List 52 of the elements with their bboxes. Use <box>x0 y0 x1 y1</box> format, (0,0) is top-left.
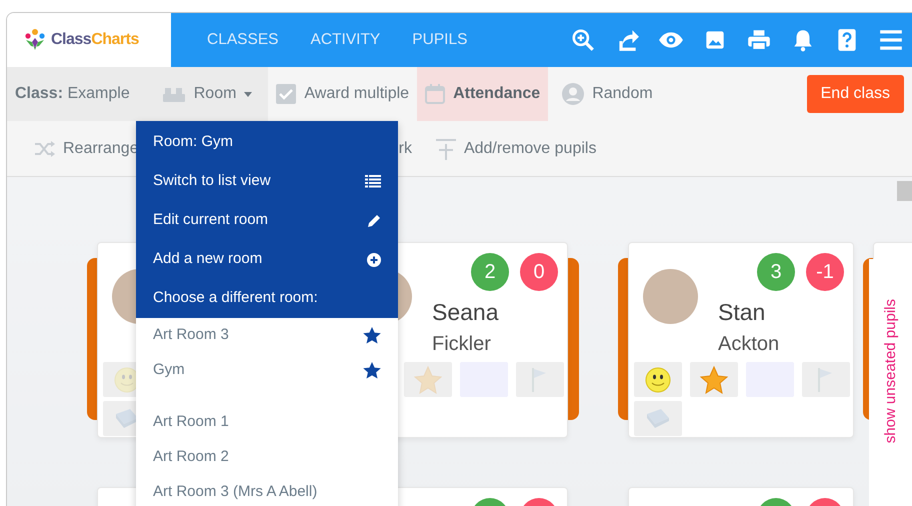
nav-link[interactable]: PUPILS <box>408 28 472 52</box>
covered-button[interactable]: rk <box>398 136 412 160</box>
room-option[interactable]: Art Room 1 <box>136 405 398 440</box>
room-option[interactable]: Art Room 3 (Mrs A Abell) <box>136 475 398 506</box>
room-option[interactable]: Art Room 2 <box>136 440 398 475</box>
checkbox[interactable] <box>276 84 296 104</box>
behaviour-tile[interactable] <box>634 401 682 436</box>
room-icon <box>162 85 186 103</box>
smiley-icon <box>643 364 673 394</box>
add-remove-icon <box>436 138 456 160</box>
positive-points-badge: 3 <box>757 253 795 291</box>
negative-points-badge: -1 <box>806 253 844 291</box>
menu-item[interactable]: Switch to list view <box>136 162 398 201</box>
menu-item[interactable]: Edit current room <box>136 201 398 240</box>
person-icon <box>562 83 584 105</box>
last-name: Ackton <box>718 332 780 357</box>
menu-title: Room: Gym <box>153 132 234 152</box>
rearrange-button[interactable]: Rearrange <box>35 136 139 160</box>
list-icon <box>365 175 381 188</box>
room-option[interactable]: Gym <box>136 353 398 388</box>
nav-link[interactable]: CLASSES <box>203 28 283 52</box>
shuffle-icon <box>35 140 55 156</box>
behaviour-tile[interactable] <box>634 362 682 397</box>
checkbox-button[interactable]: Award multiple <box>268 67 418 121</box>
attendance-button[interactable]: Attendance <box>417 67 548 121</box>
last-name: Fickler <box>432 332 491 357</box>
calendar-icon <box>425 84 446 104</box>
menu-item[interactable]: Add a new room <box>136 240 398 279</box>
room-button[interactable]: Room <box>154 82 260 106</box>
search-icon[interactable] <box>570 27 596 53</box>
positive-points-badge: 2 <box>471 253 509 291</box>
behaviour-tile[interactable] <box>802 362 850 397</box>
plus-circle-icon <box>367 252 381 266</box>
star-icon <box>413 364 443 394</box>
behaviour-tile[interactable] <box>690 362 738 397</box>
room-option[interactable]: Art Room 3 <box>136 318 398 353</box>
behaviour-tile[interactable] <box>404 362 452 397</box>
logo-text: ClassCharts <box>51 30 139 50</box>
random-button[interactable]: Random <box>554 67 661 121</box>
first-name: Seana <box>432 298 499 327</box>
end-class-button[interactable]: End class <box>806 75 904 113</box>
class-name: Class: Example <box>15 84 130 104</box>
menu-section-title: Choose a different room: <box>153 288 318 308</box>
nav-link[interactable]: ACTIVITY <box>306 28 384 52</box>
pencil-icon <box>367 214 381 228</box>
people-logo-icon <box>23 28 47 52</box>
negative-points-badge: 0 <box>520 253 558 291</box>
star-icon <box>699 364 729 394</box>
scrollbar-thumb[interactable] <box>897 181 912 201</box>
behaviour-tile[interactable] <box>516 362 564 397</box>
unseated-pupils-tab[interactable]: show unseated pupils <box>869 259 912 506</box>
first-name: Stan <box>718 298 766 327</box>
